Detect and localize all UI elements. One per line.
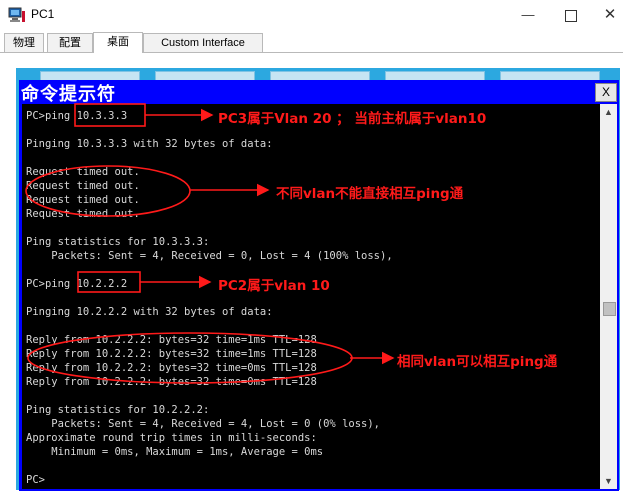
- window-titlebar: PC1 — ✕: [0, 0, 623, 30]
- terminal-line: Ping statistics for 10.3.3.3:: [26, 236, 210, 248]
- tab-config[interactable]: 配置: [47, 33, 93, 52]
- maximize-button[interactable]: [556, 4, 586, 26]
- window-title: PC1: [31, 7, 55, 21]
- scroll-down-icon[interactable]: ▼: [600, 473, 617, 489]
- annotation-same-vlan: 相同vlan可以相互ping通: [397, 354, 558, 370]
- terminal-line: PC>ping 10.2.2.2: [26, 278, 128, 290]
- terminal-line: Packets: Sent = 4, Received = 0, Lost = …: [26, 250, 393, 262]
- pc-app-icon: [8, 7, 25, 22]
- terminal-line: Minimum = 0ms, Maximum = 1ms, Average = …: [26, 446, 324, 458]
- terminal-line: Packets: Sent = 4, Received = 4, Lost = …: [26, 418, 381, 430]
- scroll-up-icon[interactable]: ▲: [600, 104, 617, 120]
- terminal-line: Reply from 10.2.2.2: bytes=32 time=0ms T…: [26, 376, 317, 388]
- terminal-line: Reply from 10.2.2.2: bytes=32 time=1ms T…: [26, 334, 317, 346]
- terminal-line: Ping statistics for 10.2.2.2:: [26, 404, 210, 416]
- annotation-pc2-vlan: PC2属于vlan 10: [218, 278, 330, 294]
- console-close-button[interactable]: X: [595, 83, 617, 102]
- maximize-icon: [565, 9, 577, 22]
- terminal-line: PC>: [26, 474, 45, 486]
- terminal-line: Request timed out.: [26, 208, 140, 220]
- terminal-line: Approximate round trip times in milli-se…: [26, 432, 317, 444]
- vertical-scrollbar[interactable]: ▲ ▼: [600, 104, 617, 489]
- terminal-lines: PC>ping 10.3.3.3 Pinging 10.3.3.3 with 32…: [26, 109, 393, 487]
- terminal-line: Reply from 10.2.2.2: bytes=32 time=1ms T…: [26, 348, 317, 360]
- minimize-button[interactable]: —: [513, 4, 543, 26]
- terminal-line: Pinging 10.3.3.3 with 32 bytes of data:: [26, 138, 273, 150]
- terminal-line: Reply from 10.2.2.2: bytes=32 time=0ms T…: [26, 362, 317, 374]
- tab-physical[interactable]: 物理: [4, 33, 44, 52]
- tab-desktop[interactable]: 桌面: [93, 32, 143, 53]
- annotation-different-vlan: 不同vlan不能直接相互ping通: [276, 186, 464, 202]
- terminal-output[interactable]: PC>ping 10.3.3.3 Pinging 10.3.3.3 with 32…: [22, 104, 600, 489]
- terminal-line: Pinging 10.2.2.2 with 32 bytes of data:: [26, 306, 273, 318]
- annotation-pc3-vlan: PC3属于Vlan 20 ； 当前主机属于vlan10: [218, 111, 487, 127]
- close-button[interactable]: ✕: [595, 4, 623, 26]
- tab-bar: 物理 配置 桌面 Custom Interface: [0, 30, 623, 53]
- terminal-line: Request timed out.: [26, 166, 140, 178]
- scroll-thumb[interactable]: [603, 302, 616, 316]
- tab-custom-interface[interactable]: Custom Interface: [143, 33, 263, 52]
- console-title: 命令提示符: [21, 84, 116, 105]
